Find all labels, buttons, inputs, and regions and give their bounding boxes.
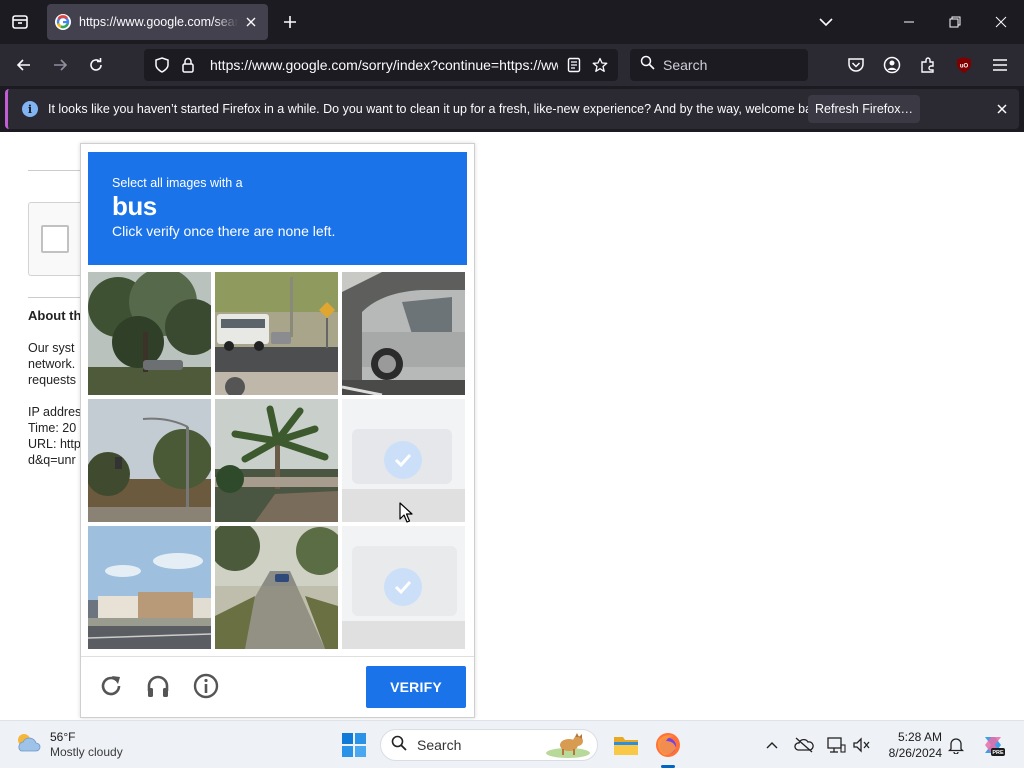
notification-bell-icon[interactable]: [946, 735, 966, 755]
chevron-up-icon[interactable]: [762, 735, 782, 755]
recaptcha-challenge: Select all images with a bus Click verif…: [80, 143, 475, 718]
page-text-line: network.: [28, 357, 76, 371]
volume-muted-icon[interactable]: [852, 735, 872, 755]
windows-start-icon[interactable]: [342, 733, 366, 757]
reload-icon[interactable]: [82, 52, 110, 78]
close-icon[interactable]: [992, 99, 1012, 119]
tracking-shield-icon[interactable]: [152, 55, 172, 75]
verify-button[interactable]: VERIFY: [366, 666, 466, 708]
search-placeholder: Search: [663, 57, 708, 73]
tab-bar: https://www.google.com/search: [0, 0, 1024, 44]
info-icon[interactable]: [192, 672, 220, 700]
navigation-toolbar: https://www.google.com/sorry/index?conti…: [0, 44, 1024, 86]
challenge-prefix: Select all images with a: [112, 176, 243, 190]
lock-icon[interactable]: [178, 55, 198, 75]
image-tile-bus-street[interactable]: [215, 272, 338, 395]
image-tile-building[interactable]: [88, 526, 211, 649]
pocket-icon[interactable]: [844, 53, 868, 77]
divider: [81, 656, 474, 657]
image-grid: [88, 272, 465, 649]
taskbar-search-placeholder: Search: [417, 737, 462, 753]
ublock-origin-icon[interactable]: uO: [952, 53, 976, 77]
google-favicon-icon: [55, 14, 71, 30]
reader-view-icon[interactable]: [564, 55, 584, 75]
forward-arrow-icon[interactable]: [46, 52, 74, 78]
bookmark-star-icon[interactable]: [590, 55, 610, 75]
chevron-down-icon[interactable]: [814, 9, 838, 35]
new-tab-icon[interactable]: [278, 9, 302, 35]
image-tile-palm-tree[interactable]: [215, 399, 338, 522]
reload-icon[interactable]: [97, 672, 125, 700]
svg-text:uO: uO: [960, 64, 969, 70]
mouse-cursor-icon: [399, 502, 413, 524]
close-icon[interactable]: [988, 10, 1014, 34]
system-clock[interactable]: 5:28 AM 8/26/2024: [878, 729, 942, 761]
headphones-audio-icon[interactable]: [144, 672, 172, 700]
challenge-instruction: Click verify once there are none left.: [112, 223, 336, 239]
url-bar[interactable]: https://www.google.com/sorry/index?conti…: [144, 49, 618, 81]
page-text-line: Our syst: [28, 341, 75, 355]
page-text-line: Time: 20: [28, 421, 77, 435]
about-heading: About th: [28, 308, 82, 323]
weather-condition: Mostly cloudy: [50, 745, 123, 759]
svg-text:PRE: PRE: [992, 750, 1004, 756]
firefox-icon[interactable]: [654, 731, 682, 759]
network-display-icon[interactable]: [826, 735, 846, 755]
recaptcha-checkbox[interactable]: [41, 225, 69, 253]
page-text-line: d&q=unr: [28, 453, 76, 467]
tab-title: https://www.google.com/search: [79, 15, 238, 29]
search-highlight-icon: [545, 733, 591, 764]
check-icon: [384, 441, 422, 479]
file-explorer-icon[interactable]: [612, 731, 640, 759]
divider: [28, 297, 88, 298]
search-bar[interactable]: Search: [630, 49, 808, 81]
page-text-line: URL: http: [28, 437, 81, 451]
image-tile-selected[interactable]: [342, 526, 465, 649]
challenge-header: Select all images with a bus Click verif…: [88, 152, 467, 265]
extensions-icon[interactable]: [916, 53, 940, 77]
clock-time: 5:28 AM: [897, 730, 942, 744]
tab-close-icon[interactable]: [242, 13, 260, 31]
search-icon: [640, 55, 655, 75]
clock-date: 8/26/2024: [888, 746, 942, 760]
page-text-line: IP addres: [28, 405, 82, 419]
back-arrow-icon[interactable]: [10, 52, 38, 78]
image-tile-trees[interactable]: [88, 272, 211, 395]
check-icon: [384, 568, 422, 606]
copilot-icon[interactable]: PRE: [980, 732, 1006, 758]
refresh-firefox-button[interactable]: Refresh Firefox…: [808, 95, 920, 123]
info-icon: i: [22, 101, 38, 117]
refresh-firefox-notification: i It looks like you haven’t started Fire…: [5, 89, 1019, 129]
weather-widget[interactable]: 56°F Mostly cloudy: [14, 727, 144, 763]
cloud-sun-icon: [14, 731, 42, 760]
weather-temperature: 56°F: [50, 730, 76, 744]
search-icon: [391, 735, 407, 756]
minimize-icon[interactable]: [896, 10, 922, 34]
page-text-line: requests: [28, 373, 76, 387]
image-tile-road[interactable]: [215, 526, 338, 649]
image-tile-silver-car[interactable]: [342, 272, 465, 395]
onedrive-offline-icon[interactable]: [794, 735, 814, 755]
notification-bar: i It looks like you haven’t started Fire…: [0, 86, 1024, 132]
taskbar: 56°F Mostly cloudy Search 5:28 AM 8/26/2…: [0, 720, 1024, 768]
firefox-view-icon[interactable]: [6, 8, 34, 36]
hamburger-menu-icon[interactable]: [988, 53, 1012, 77]
taskbar-search-box[interactable]: Search: [380, 729, 598, 761]
divider: [28, 170, 88, 171]
url-text[interactable]: https://www.google.com/sorry/index?conti…: [210, 57, 558, 73]
notification-message: It looks like you haven’t started Firefo…: [48, 102, 829, 116]
challenge-target-object: bus: [112, 191, 157, 221]
restore-icon[interactable]: [942, 10, 968, 34]
active-tab[interactable]: https://www.google.com/search: [47, 4, 268, 40]
account-icon[interactable]: [880, 53, 904, 77]
image-tile-streetlight[interactable]: [88, 399, 211, 522]
